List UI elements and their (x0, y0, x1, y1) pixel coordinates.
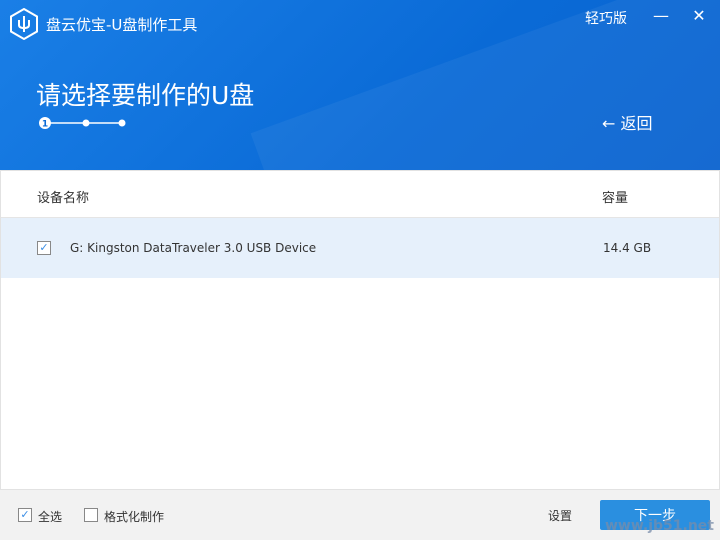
arrow-left-icon: ← (602, 114, 616, 133)
settings-button[interactable]: 设置 (548, 507, 572, 524)
column-device-name: 设备名称 (37, 191, 90, 206)
table-row[interactable]: ✓ G: Kingston DataTraveler 3.0 USB Devic… (1, 218, 719, 278)
step-indicator: 1 (39, 117, 126, 130)
lite-version-button[interactable]: 轻巧版 (585, 8, 627, 28)
app-title: 盘云优宝-U盘制作工具 (46, 16, 198, 34)
device-name: G: Kingston DataTraveler 3.0 USB Device (70, 241, 317, 255)
select-all-label[interactable]: 全选 (38, 508, 62, 525)
format-label[interactable]: 格式化制作 (104, 508, 164, 525)
close-button[interactable]: ✕ (688, 6, 710, 26)
back-button[interactable]: ← 返回 (602, 110, 653, 134)
minimize-button[interactable]: — (650, 6, 672, 26)
table-header: 设备名称 容量 (1, 171, 719, 218)
watermark: www.jb51.net (605, 518, 714, 534)
step-number: 1 (42, 120, 48, 130)
step-3 (118, 119, 126, 127)
device-list: 设备名称 容量 ✓ G: Kingston DataTraveler 3.0 U… (0, 170, 720, 490)
logo-icon (10, 8, 38, 40)
device-checkbox[interactable]: ✓ (37, 241, 51, 255)
column-capacity: 容量 (602, 191, 629, 206)
back-label: 返回 (620, 114, 653, 133)
format-checkbox[interactable] (84, 508, 98, 522)
step-2 (82, 119, 90, 127)
device-capacity: 14.4 GB (603, 241, 652, 255)
select-all-checkbox[interactable]: ✓ (18, 508, 32, 522)
header: 盘云优宝-U盘制作工具 轻巧版 — ✕ 请选择要制作的U盘 1 ← 返回 (0, 0, 720, 170)
page-title: 请选择要制作的U盘 (36, 81, 255, 110)
